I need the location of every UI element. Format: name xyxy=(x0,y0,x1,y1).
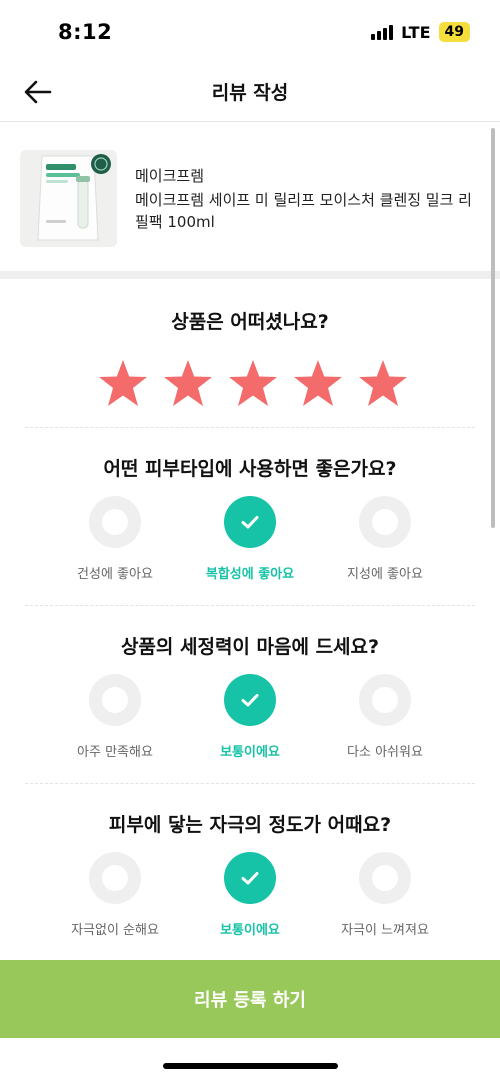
skin-type-option-dry[interactable]: 건성에 좋아요 xyxy=(45,496,185,582)
irritation-option-irritating[interactable]: 자극이 느껴져요 xyxy=(315,852,455,938)
radio-unselected-icon xyxy=(89,852,141,904)
status-bar: 8:12 LTE 49 xyxy=(0,0,500,64)
radio-unselected-icon xyxy=(359,496,411,548)
rating-question: 상품은 어떠셨나요? xyxy=(171,311,329,333)
irritation-option-average[interactable]: 보통이에요 xyxy=(180,852,320,938)
irritation-option-gentle[interactable]: 자극없이 순해요 xyxy=(45,852,185,938)
submit-review-button[interactable]: 리뷰 등록 하기 xyxy=(0,960,500,1038)
radio-unselected-icon xyxy=(89,496,141,548)
dashed-divider xyxy=(25,427,475,428)
skin-type-option-combination[interactable]: 복합성에 좋아요 xyxy=(180,496,320,582)
check-icon xyxy=(224,852,276,904)
product-brand: 메이크프렘 xyxy=(135,167,205,185)
radio-unselected-icon xyxy=(359,674,411,726)
option-label: 자극이 느껴져요 xyxy=(341,923,429,938)
status-time: 8:12 xyxy=(58,20,113,44)
option-label: 보통이에요 xyxy=(220,923,280,938)
cleansing-option-average[interactable]: 보통이에요 xyxy=(180,674,320,760)
dashed-divider xyxy=(25,783,475,784)
option-label: 다소 아쉬워요 xyxy=(347,745,423,760)
skin-type-question: 어떤 피부타입에 사용하면 좋은가요? xyxy=(103,458,397,480)
option-label: 지성에 좋아요 xyxy=(347,567,423,582)
option-label: 건성에 좋아요 xyxy=(77,567,153,582)
battery-icon: 49 xyxy=(438,22,470,42)
section-divider xyxy=(0,271,500,279)
product-pouch-image xyxy=(20,150,117,247)
home-indicator xyxy=(163,1063,338,1069)
header: 리뷰 작성 xyxy=(0,64,500,122)
radio-unselected-icon xyxy=(89,674,141,726)
product-name: 메이크프렘 세이프 미 릴리프 모이스처 클렌징 밀크 리필팩 100ml xyxy=(135,191,472,231)
star-4-icon[interactable] xyxy=(292,358,344,408)
page-title: 리뷰 작성 xyxy=(211,82,289,104)
option-label: 자극없이 순해요 xyxy=(71,923,159,938)
product-image xyxy=(20,150,117,247)
dashed-divider xyxy=(25,605,475,606)
option-label: 아주 만족해요 xyxy=(77,745,153,760)
option-label: 복합성에 좋아요 xyxy=(205,567,295,582)
radio-unselected-icon xyxy=(359,852,411,904)
star-rating xyxy=(97,358,409,408)
star-3-icon[interactable] xyxy=(227,358,279,408)
check-icon xyxy=(224,674,276,726)
signal-icon xyxy=(371,24,394,40)
check-icon xyxy=(224,496,276,548)
star-2-icon[interactable] xyxy=(162,358,214,408)
cleansing-question: 상품의 세정력이 마음에 드세요? xyxy=(120,636,380,658)
cleansing-option-very-satisfied[interactable]: 아주 만족해요 xyxy=(45,674,185,760)
option-label: 보통이에요 xyxy=(220,745,280,760)
product-card: 메이크프렘 메이크프렘 세이프 미 릴리프 모이스처 클렌징 밀크 리필팩 10… xyxy=(0,123,500,271)
scrollbar[interactable] xyxy=(491,128,495,528)
skin-type-option-oily[interactable]: 지성에 좋아요 xyxy=(315,496,455,582)
irritation-question: 피부에 닿는 자극의 정도가 어때요? xyxy=(108,814,392,836)
star-1-icon[interactable] xyxy=(97,358,149,408)
star-5-icon[interactable] xyxy=(357,358,409,408)
cleansing-option-disappointing[interactable]: 다소 아쉬워요 xyxy=(315,674,455,760)
status-indicators: LTE 49 xyxy=(371,22,470,42)
network-type: LTE xyxy=(401,22,431,42)
